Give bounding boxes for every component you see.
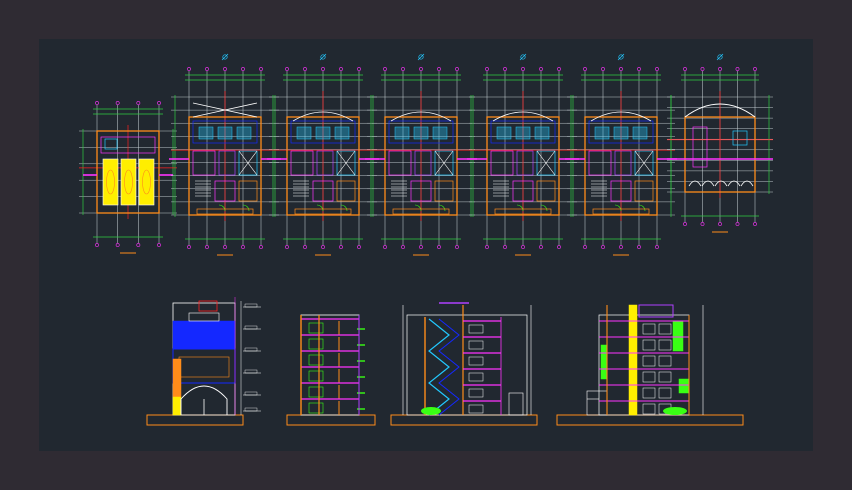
section-side[interactable] [286, 314, 376, 426]
plan-floor-2[interactable] [267, 53, 379, 256]
plan-floor-1[interactable] [169, 53, 281, 256]
plan-roof[interactable] [667, 53, 773, 233]
plan-ground-floor[interactable] [79, 101, 177, 254]
elevation-lateral[interactable] [556, 304, 744, 426]
plan-floor-3[interactable] [365, 53, 477, 256]
cad-window [0, 0, 852, 490]
section-stair[interactable] [390, 302, 538, 426]
plan-floor-4[interactable] [467, 53, 579, 256]
plan-floor-5[interactable] [565, 53, 677, 256]
cad-model-space[interactable] [39, 39, 813, 451]
elevation-front[interactable] [146, 297, 261, 426]
cad-drawing [79, 53, 773, 426]
